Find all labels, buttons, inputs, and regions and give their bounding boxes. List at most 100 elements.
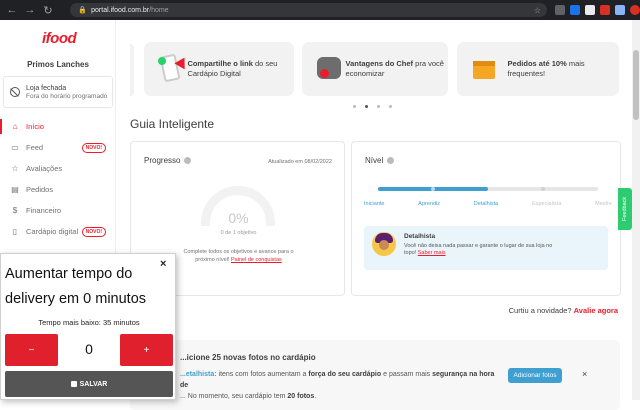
achievements-link[interactable]: Painel de conquistas xyxy=(231,257,282,263)
box-icon xyxy=(469,53,500,85)
save-icon xyxy=(70,381,77,387)
level-title: Nível xyxy=(365,156,395,165)
sidebar-item-label: Avaliações xyxy=(26,164,63,173)
level-card: Nível Iniciante Aprendiz Detalhista Espe… xyxy=(351,141,621,296)
level-knot xyxy=(431,187,435,191)
level-label: Especialista xyxy=(532,201,562,207)
section-title: Guia Inteligente xyxy=(130,117,215,131)
promo-card-more-orders[interactable]: Pedidos até 10% mais frequentes! xyxy=(457,42,619,96)
level-label: Mestre xyxy=(595,201,612,207)
promo-card-share-link[interactable]: Compartilhe o link do seu Cardápio Digit… xyxy=(144,42,294,96)
sidebar-item-label: Pedidos xyxy=(26,185,54,194)
back-icon[interactable]: ← xyxy=(6,4,18,16)
current-level-box: Detalhista Você não deixa nada passar e … xyxy=(364,226,608,270)
close-icon[interactable]: × xyxy=(582,369,587,379)
objectives-count: 0 de 1 objetivo xyxy=(220,230,257,236)
sidebar-item-inicio[interactable]: ⌂ Início xyxy=(0,116,116,137)
extension-icon[interactable] xyxy=(555,5,565,15)
carousel-dots xyxy=(353,105,392,108)
closed-store-icon xyxy=(10,87,20,97)
extension-icon[interactable] xyxy=(585,5,595,15)
promo-card-chef-benefits[interactable]: Vantagens do Chef pra você economizar xyxy=(302,42,448,96)
save-button[interactable]: SALVAR xyxy=(5,371,173,397)
info-icon[interactable] xyxy=(387,157,395,164)
progress-desc: Complete todos os objetivos e avance par… xyxy=(183,249,294,263)
reload-icon[interactable]: ↻ xyxy=(42,4,54,17)
increase-button[interactable]: + xyxy=(120,334,173,366)
share-phone-icon xyxy=(156,53,190,85)
scrollbar-thumb[interactable] xyxy=(633,50,639,120)
bookmark-star-icon[interactable]: ☆ xyxy=(534,6,541,15)
lock-icon: 🔒 xyxy=(78,7,88,14)
news-feedback: Curtiu a novidade? Avalie agora xyxy=(508,306,618,315)
url-host: portal.ifood.com.br xyxy=(91,6,150,14)
forward-icon[interactable]: → xyxy=(24,4,36,16)
feed-icon: ▭ xyxy=(11,143,19,152)
ifood-logo[interactable]: ifood xyxy=(42,30,77,47)
level-label: Iniciante xyxy=(364,201,385,207)
store-status-title: Loja fechada xyxy=(26,84,67,92)
task-desc: ...etalhista: itens com fotos aumentam a… xyxy=(180,371,495,400)
info-icon[interactable] xyxy=(184,157,192,164)
store-status-card[interactable]: Loja fechada Fora do horário programado xyxy=(3,76,113,108)
progress-percent: 0% xyxy=(228,210,249,226)
level-knot xyxy=(541,187,545,191)
sidebar-item-label: Início xyxy=(26,122,44,131)
carousel-prev-card[interactable] xyxy=(130,44,134,96)
sidebar-item-cardapio-digital[interactable]: ▯ Cardápio digital NOVO! xyxy=(0,221,116,242)
phone-icon: ▯ xyxy=(12,227,18,236)
home-icon: ⌂ xyxy=(12,122,18,131)
sidebar-item-pedidos[interactable]: ▤ Pedidos xyxy=(0,179,116,200)
store-status-desc: Fora do horário programado xyxy=(26,92,108,100)
sidebar-item-label: Financeiro xyxy=(26,206,62,215)
new-badge: NOVO! xyxy=(81,142,106,153)
page-scrollbar[interactable] xyxy=(632,20,640,400)
store-name: Primos Lanches xyxy=(27,60,89,69)
extension-icon[interactable] xyxy=(615,5,625,15)
updated-date: Atualizado em 08/02/2022 xyxy=(268,159,332,165)
promo-text: Vantagens do Chef pra você economizar xyxy=(345,59,444,78)
decrease-button[interactable]: − xyxy=(5,334,58,366)
carousel-dot-active[interactable] xyxy=(365,105,368,108)
carousel-dot[interactable] xyxy=(389,105,392,108)
sidebar-item-label: Feed xyxy=(26,143,44,152)
add-photos-button[interactable]: Adicionar fotos xyxy=(508,368,562,383)
profile-avatar[interactable] xyxy=(630,5,640,15)
extension-icon[interactable] xyxy=(570,5,580,15)
extension-icon[interactable] xyxy=(600,5,610,15)
learn-more-link[interactable]: Saber mais xyxy=(418,250,446,256)
progress-title: Progresso xyxy=(144,156,192,165)
sidebar-item-financeiro[interactable]: $ Financeiro xyxy=(0,200,116,221)
browser-toolbar: ← → ↻ 🔒 portal.ifood.com.br /home ☆ xyxy=(0,0,640,20)
sidebar-item-label: Cardápio digital xyxy=(26,227,79,236)
level-labels: Iniciante Aprendiz Detalhista Especialis… xyxy=(364,201,612,207)
level-avatar xyxy=(372,232,396,256)
address-bar[interactable]: 🔒 portal.ifood.com.br /home ☆ xyxy=(70,3,547,17)
level-label: Aprendiz xyxy=(418,201,440,207)
browser-nav: ← → ↻ xyxy=(0,4,70,17)
sidebar-menu: ⌂ Início ▭ Feed NOVO! ☆ Avaliações ▤ Ped… xyxy=(0,116,116,242)
rate-now-link[interactable]: Avalie agora xyxy=(574,306,618,315)
current-level-title: Detalhista xyxy=(404,233,436,240)
main-content: Compartilhe o link do seu Cardápio Digit… xyxy=(116,20,632,410)
feedback-tab[interactable]: Feedback xyxy=(618,188,632,230)
promo-text: Compartilhe o link do seu Cardápio Digit… xyxy=(187,59,278,78)
orders-icon: ▤ xyxy=(11,185,19,194)
promo-text: Pedidos até 10% mais frequentes! xyxy=(507,59,585,78)
carousel-dot[interactable] xyxy=(353,105,356,108)
sidebar-item-avaliacoes[interactable]: ☆ Avaliações xyxy=(0,158,116,179)
task-title: ...icione 25 novas fotos no cardápio xyxy=(180,353,316,362)
level-label-current: Detalhista xyxy=(473,201,499,207)
close-icon[interactable]: × xyxy=(160,258,166,270)
popup-subtitle: Tempo mais baixo: 35 minutos xyxy=(38,318,140,327)
minutes-value: 0 xyxy=(85,341,93,357)
popup-title: Aumentar tempo do delivery em 0 minutos xyxy=(5,266,147,307)
new-badge: NOVO! xyxy=(81,226,106,237)
url-path: /home xyxy=(149,6,169,14)
star-icon: ☆ xyxy=(11,164,19,173)
carousel-dot[interactable] xyxy=(377,105,380,108)
sidebar-item-feed[interactable]: ▭ Feed NOVO! xyxy=(0,137,116,158)
current-level-desc: Você não deixa nada passar e garante o l… xyxy=(404,243,553,256)
level-track xyxy=(378,187,598,191)
chef-hat-icon xyxy=(314,53,341,85)
